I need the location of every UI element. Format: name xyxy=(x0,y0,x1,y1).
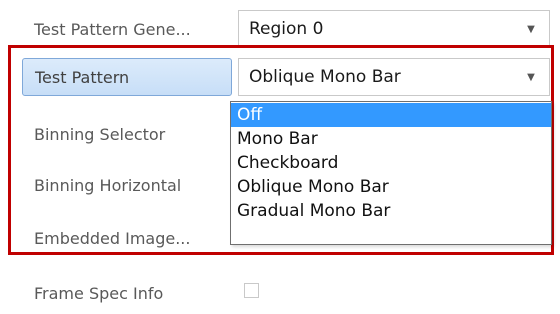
dropdown-option-oblique-mono-bar[interactable]: Oblique Mono Bar xyxy=(231,175,551,199)
test-pattern-dropdown[interactable]: Oblique Mono Bar ▼ xyxy=(238,58,550,96)
property-label[interactable]: Binning Horizontal xyxy=(22,162,232,208)
frame-spec-info-checkbox[interactable] xyxy=(244,283,259,298)
property-row-test-pattern-generator-selector: Test Pattern Gene... Region 0 ▼ xyxy=(12,6,550,52)
dropdown-option-off[interactable]: Off xyxy=(231,103,551,127)
property-label[interactable]: Test Pattern Gene... xyxy=(22,6,232,52)
chevron-down-icon[interactable]: ▼ xyxy=(513,59,549,95)
dropdown-option-mono-bar[interactable]: Mono Bar xyxy=(231,127,551,151)
property-label[interactable]: Embedded Image... xyxy=(22,215,232,261)
property-row-test-pattern: Test Pattern Oblique Mono Bar ▼ xyxy=(12,54,550,100)
property-label[interactable]: Binning Selector xyxy=(22,111,232,157)
dropdown-option-gradual-mono-bar[interactable]: Gradual Mono Bar xyxy=(231,199,551,223)
dropdown-value: Region 0 xyxy=(249,19,324,39)
property-label-selected[interactable]: Test Pattern xyxy=(22,58,232,96)
test-pattern-generator-selector-dropdown[interactable]: Region 0 ▼ xyxy=(238,10,550,48)
chevron-down-icon[interactable]: ▼ xyxy=(513,11,549,47)
dropdown-value: Oblique Mono Bar xyxy=(249,67,401,87)
property-row-frame-spec-info: Frame Spec Info xyxy=(12,270,550,314)
dropdown-option-checkboard[interactable]: Checkboard xyxy=(231,151,551,175)
test-pattern-dropdown-list[interactable]: Off Mono Bar Checkboard Oblique Mono Bar… xyxy=(230,101,552,245)
property-label[interactable]: Frame Spec Info xyxy=(22,270,232,314)
